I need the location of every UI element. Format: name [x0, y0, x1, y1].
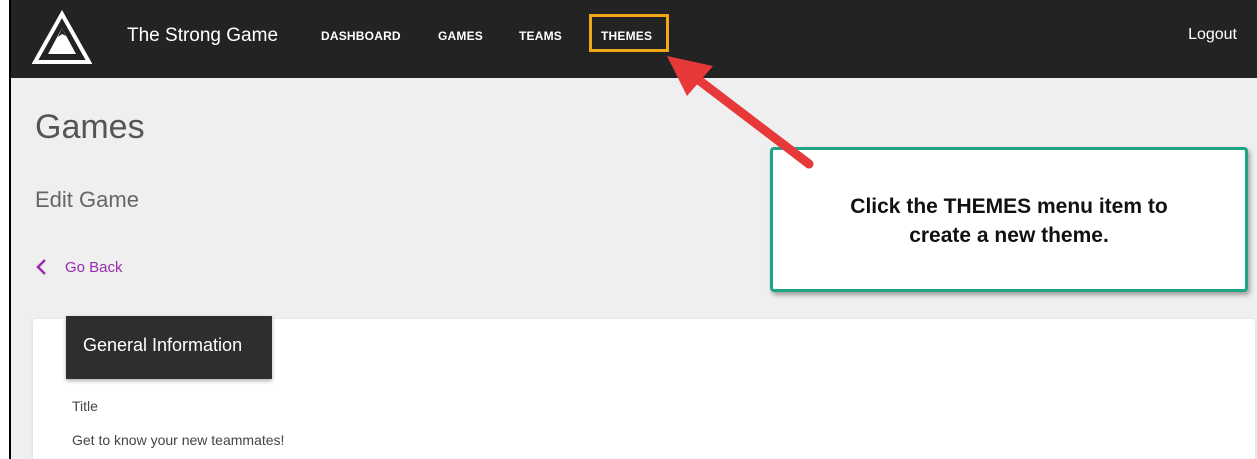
logout-link[interactable]: Logout	[1188, 26, 1237, 44]
annotation-callout: Click the THEMES menu item to create a n…	[770, 147, 1248, 292]
go-back-link[interactable]: Go Back	[35, 258, 123, 276]
chevron-left-icon	[36, 259, 46, 275]
page-subtitle: Edit Game	[35, 187, 139, 212]
nav-teams[interactable]: TEAMS	[519, 29, 562, 43]
title-field-label: Title	[72, 398, 98, 414]
callout-text: Click the THEMES menu item to create a n…	[850, 195, 1168, 247]
top-navbar: The Strong Game DASHBOARD GAMES TEAMS TH…	[11, 0, 1257, 78]
nav-dashboard[interactable]: DASHBOARD	[321, 29, 401, 43]
brand-name[interactable]: The Strong Game	[127, 25, 278, 47]
app-window: The Strong Game DASHBOARD GAMES TEAMS TH…	[9, 0, 1257, 459]
go-back-label: Go Back	[65, 258, 123, 276]
themes-highlight-box	[589, 14, 669, 52]
mountain-logo-icon[interactable]	[32, 10, 92, 66]
title-field-value: Get to know your new teammates!	[72, 432, 285, 448]
card-tab-general-information: General Information	[66, 316, 272, 379]
nav-games[interactable]: GAMES	[438, 29, 483, 43]
page-title: Games	[35, 108, 145, 146]
